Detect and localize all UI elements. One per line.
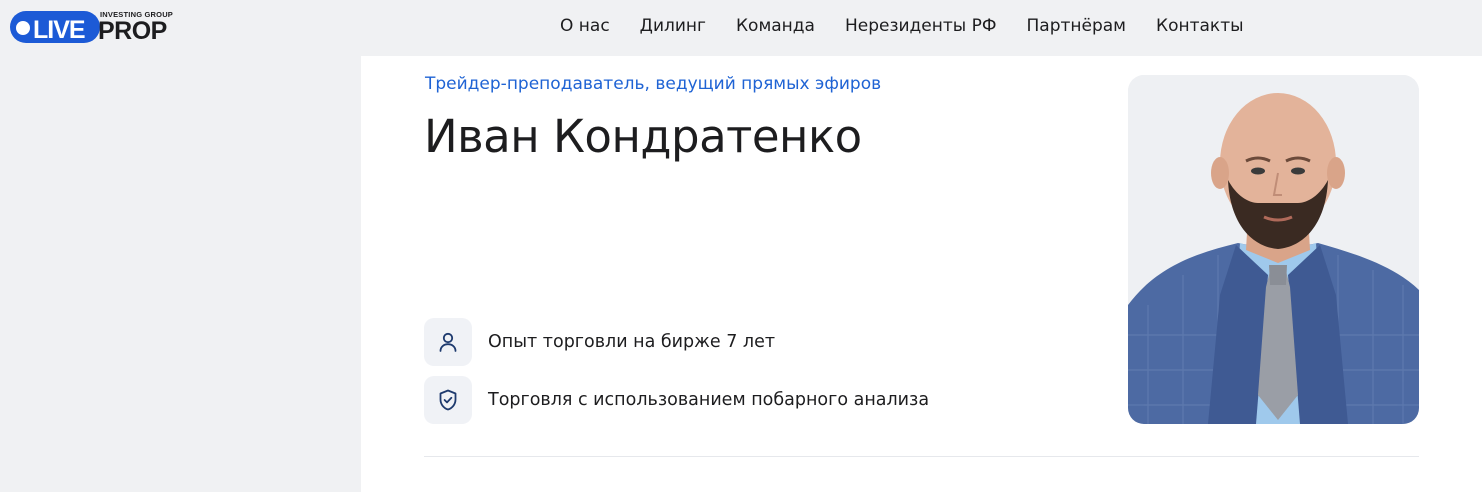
logo-pill: LIVE [10, 11, 100, 44]
feature-item: Торговля с использованием побарного анал… [424, 376, 929, 424]
profile-photo [1128, 75, 1419, 424]
feature-text: Торговля с использованием побарного анал… [488, 390, 930, 410]
liveprop-logo[interactable]: LIVE INVESTING GROUP PROP [10, 8, 175, 44]
logo-prop-text: PROP [98, 17, 167, 45]
logo-live-text: LIVE [33, 16, 86, 44]
logo-dot-icon [16, 21, 30, 35]
side-panel [0, 56, 361, 492]
profile-role: Трейдер-преподаватель, ведущий прямых эф… [425, 74, 882, 94]
nav-item-nonresidents[interactable]: Нерезиденты РФ [845, 14, 997, 38]
nav-item-about[interactable]: О нас [560, 14, 610, 38]
feature-item: Опыт торговли на бирже 7 лет [424, 318, 775, 366]
nav-item-contacts[interactable]: Контакты [1156, 14, 1244, 38]
nav-item-partners[interactable]: Партнёрам [1027, 14, 1127, 38]
site-header: LIVE INVESTING GROUP PROP О нас Дилинг К… [0, 0, 1482, 56]
profile-name: Иван Кондратенко [424, 110, 862, 163]
feature-text: Опыт торговли на бирже 7 лет [488, 332, 776, 352]
user-icon [424, 318, 472, 366]
shield-check-icon [424, 376, 472, 424]
nav-item-dealing[interactable]: Дилинг [640, 14, 706, 38]
main-nav: О нас Дилинг Команда Нерезиденты РФ Парт… [560, 14, 1274, 38]
nav-item-team[interactable]: Команда [736, 14, 815, 38]
section-divider [424, 456, 1419, 457]
